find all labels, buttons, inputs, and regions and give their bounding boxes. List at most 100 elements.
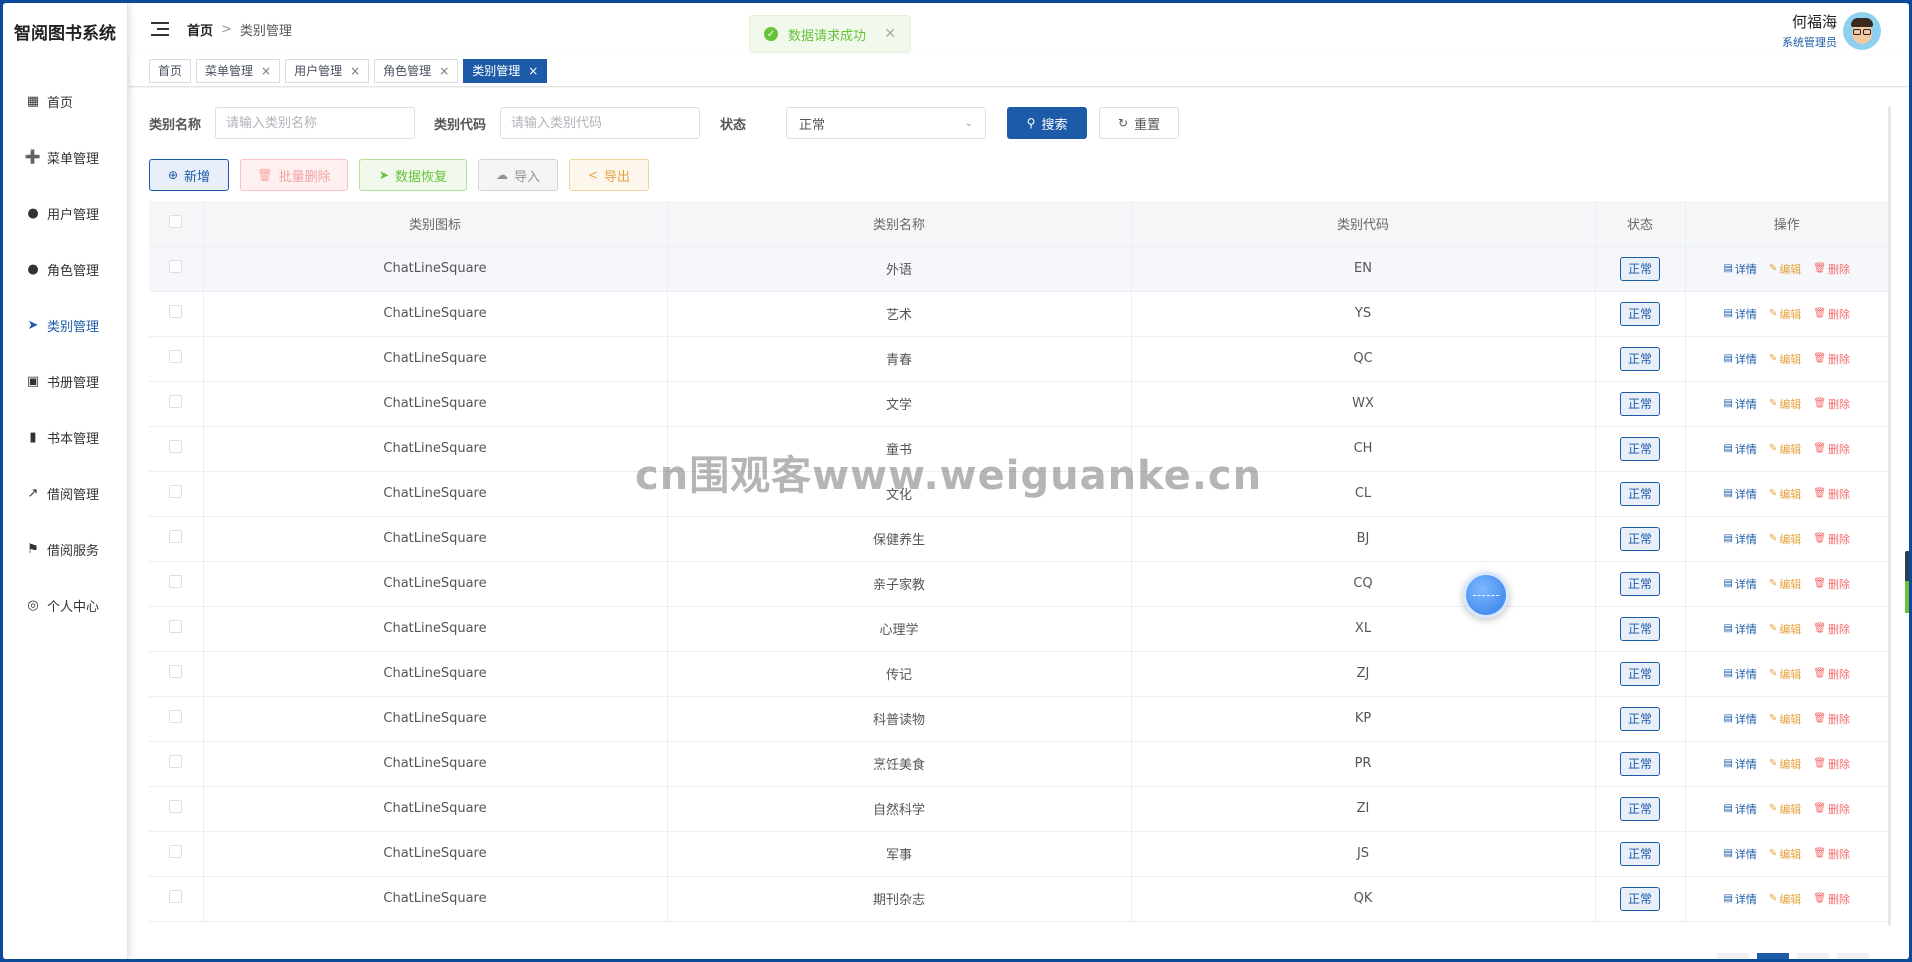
floating-assistant-button[interactable] <box>1463 572 1509 618</box>
table-row[interactable]: ChatLineSquare 外语 EN 正常 ▤ 详情 ✎ 编辑 🗑 删除 <box>149 246 1888 292</box>
edit-link[interactable]: ✎ 编辑 <box>1769 801 1801 817</box>
avatar[interactable] <box>1843 11 1881 50</box>
detail-link[interactable]: ▤ 详情 <box>1723 891 1756 907</box>
row-checkbox[interactable] <box>169 530 183 543</box>
detail-link[interactable]: ▤ 详情 <box>1723 441 1756 457</box>
edit-link[interactable]: ✎ 编辑 <box>1769 531 1801 547</box>
table-row[interactable]: ChatLineSquare 期刊杂志 QK 正常 ▤ 详情 ✎ 编辑 🗑 删除 <box>149 876 1888 922</box>
table-row[interactable]: ChatLineSquare 军事 JS 正常 ▤ 详情 ✎ 编辑 🗑 删除 <box>149 831 1888 877</box>
tab-close-icon[interactable]: × <box>350 64 360 78</box>
tab-close-icon[interactable]: × <box>439 64 449 78</box>
export-button[interactable]: < 导出 <box>569 159 649 191</box>
table-row[interactable]: ChatLineSquare 自然科学 ZI 正常 ▤ 详情 ✎ 编辑 🗑 删除 <box>149 786 1888 832</box>
row-checkbox[interactable] <box>169 890 183 903</box>
sidebar-item-6[interactable]: ▮ 书本管理 <box>3 409 127 465</box>
sidebar-item-3[interactable]: ● 角色管理 <box>3 241 127 297</box>
page-prev[interactable] <box>1717 953 1749 959</box>
sidebar-item-2[interactable]: ● 用户管理 <box>3 185 127 241</box>
row-checkbox[interactable] <box>169 755 183 768</box>
row-checkbox[interactable] <box>169 305 183 318</box>
restore-button[interactable]: ➤ 数据恢复 <box>359 159 467 191</box>
table-row[interactable]: ChatLineSquare 文学 WX 正常 ▤ 详情 ✎ 编辑 🗑 删除 <box>149 381 1888 427</box>
row-checkbox[interactable] <box>169 440 183 453</box>
search-button[interactable]: ⚲ 搜索 <box>1007 107 1088 139</box>
row-checkbox[interactable] <box>169 710 183 723</box>
delete-link[interactable]: 🗑 删除 <box>1813 711 1850 727</box>
delete-link[interactable]: 🗑 删除 <box>1813 576 1850 592</box>
delete-link[interactable]: 🗑 删除 <box>1813 261 1850 277</box>
status-select[interactable]: 正常 ⌄ <box>786 107 987 139</box>
edit-link[interactable]: ✎ 编辑 <box>1769 396 1801 412</box>
category-code-input[interactable] <box>500 107 701 139</box>
delete-link[interactable]: 🗑 删除 <box>1813 666 1850 682</box>
category-name-input[interactable] <box>215 107 416 139</box>
edit-link[interactable]: ✎ 编辑 <box>1769 441 1801 457</box>
table-row[interactable]: ChatLineSquare 保健养生 BJ 正常 ▤ 详情 ✎ 编辑 🗑 删除 <box>149 516 1888 562</box>
tab-1[interactable]: 菜单管理 × <box>196 58 281 83</box>
edit-link[interactable]: ✎ 编辑 <box>1769 486 1801 502</box>
detail-link[interactable]: ▤ 详情 <box>1723 261 1756 277</box>
row-checkbox[interactable] <box>169 260 183 273</box>
tab-4[interactable]: 类别管理 × <box>463 58 548 83</box>
tab-2[interactable]: 用户管理 × <box>285 58 370 83</box>
row-checkbox[interactable] <box>169 575 183 588</box>
table-row[interactable]: ChatLineSquare 传记 ZJ 正常 ▤ 详情 ✎ 编辑 🗑 删除 <box>149 651 1888 697</box>
detail-link[interactable]: ▤ 详情 <box>1723 306 1756 322</box>
row-checkbox[interactable] <box>169 845 183 858</box>
edit-link[interactable]: ✎ 编辑 <box>1769 846 1801 862</box>
row-checkbox[interactable] <box>169 395 183 408</box>
sidebar-item-4[interactable]: ➤ 类别管理 <box>3 297 127 353</box>
table-row[interactable]: ChatLineSquare 文化 CL 正常 ▤ 详情 ✎ 编辑 🗑 删除 <box>149 471 1888 517</box>
collapse-menu-icon[interactable] <box>151 22 169 36</box>
sidebar-item-8[interactable]: ⚑ 借阅服务 <box>3 521 127 577</box>
page-next[interactable] <box>1797 953 1829 959</box>
delete-link[interactable]: 🗑 删除 <box>1813 486 1850 502</box>
delete-link[interactable]: 🗑 删除 <box>1813 891 1850 907</box>
sidebar-item-1[interactable]: ➕ 菜单管理 <box>3 129 127 185</box>
tab-0[interactable]: 首页 <box>149 58 192 83</box>
edit-link[interactable]: ✎ 编辑 <box>1769 756 1801 772</box>
reset-button[interactable]: ↻ 重置 <box>1099 107 1180 139</box>
table-row[interactable]: ChatLineSquare 青春 QC 正常 ▤ 详情 ✎ 编辑 🗑 删除 <box>149 336 1888 382</box>
sidebar-item-9[interactable]: ◎ 个人中心 <box>3 577 127 633</box>
table-row[interactable]: ChatLineSquare 亲子家教 CQ 正常 ▤ 详情 ✎ 编辑 🗑 删除 <box>149 561 1888 607</box>
sidebar-item-7[interactable]: ↗ 借阅管理 <box>3 465 127 521</box>
table-row[interactable]: ChatLineSquare 艺术 YS 正常 ▤ 详情 ✎ 编辑 🗑 删除 <box>149 291 1888 337</box>
table-row[interactable]: ChatLineSquare 童书 CH 正常 ▤ 详情 ✎ 编辑 🗑 删除 <box>149 426 1888 472</box>
table-row[interactable]: ChatLineSquare 烹饪美食 PR 正常 ▤ 详情 ✎ 编辑 🗑 删除 <box>149 741 1888 787</box>
detail-link[interactable]: ▤ 详情 <box>1723 756 1756 772</box>
table-row[interactable]: ChatLineSquare 科普读物 KP 正常 ▤ 详情 ✎ 编辑 🗑 删除 <box>149 696 1888 742</box>
detail-link[interactable]: ▤ 详情 <box>1723 396 1756 412</box>
delete-link[interactable]: 🗑 删除 <box>1813 441 1850 457</box>
detail-link[interactable]: ▤ 详情 <box>1723 846 1756 862</box>
batch-delete-button[interactable]: 🗑 批量删除 <box>240 159 348 191</box>
detail-link[interactable]: ▤ 详情 <box>1723 621 1756 637</box>
row-checkbox[interactable] <box>169 485 183 498</box>
vertical-scrollbar[interactable] <box>1888 106 1891 926</box>
detail-link[interactable]: ▤ 详情 <box>1723 576 1756 592</box>
tab-3[interactable]: 角色管理 × <box>374 58 459 83</box>
edit-link[interactable]: ✎ 编辑 <box>1769 351 1801 367</box>
tab-close-icon[interactable]: × <box>261 64 271 78</box>
row-checkbox[interactable] <box>169 620 183 633</box>
delete-link[interactable]: 🗑 删除 <box>1813 351 1850 367</box>
edit-link[interactable]: ✎ 编辑 <box>1769 711 1801 727</box>
detail-link[interactable]: ▤ 详情 <box>1723 711 1756 727</box>
detail-link[interactable]: ▤ 详情 <box>1723 801 1756 817</box>
detail-link[interactable]: ▤ 详情 <box>1723 666 1756 682</box>
detail-link[interactable]: ▤ 详情 <box>1723 486 1756 502</box>
delete-link[interactable]: 🗑 删除 <box>1813 801 1850 817</box>
edit-link[interactable]: ✎ 编辑 <box>1769 891 1801 907</box>
import-button[interactable]: ☁ 导入 <box>478 159 558 191</box>
add-button[interactable]: ⊕ 新增 <box>149 159 229 191</box>
toast-close-icon[interactable]: ✕ <box>884 26 896 42</box>
table-row[interactable]: ChatLineSquare 心理学 XL 正常 ▤ 详情 ✎ 编辑 🗑 删除 <box>149 606 1888 652</box>
page-current[interactable] <box>1757 953 1789 959</box>
delete-link[interactable]: 🗑 删除 <box>1813 396 1850 412</box>
user-info[interactable]: 何福海 系统管理员 <box>1782 11 1881 50</box>
row-checkbox[interactable] <box>169 665 183 678</box>
delete-link[interactable]: 🗑 删除 <box>1813 756 1850 772</box>
delete-link[interactable]: 🗑 删除 <box>1813 621 1850 637</box>
tab-close-icon[interactable]: × <box>528 64 538 78</box>
delete-link[interactable]: 🗑 删除 <box>1813 846 1850 862</box>
